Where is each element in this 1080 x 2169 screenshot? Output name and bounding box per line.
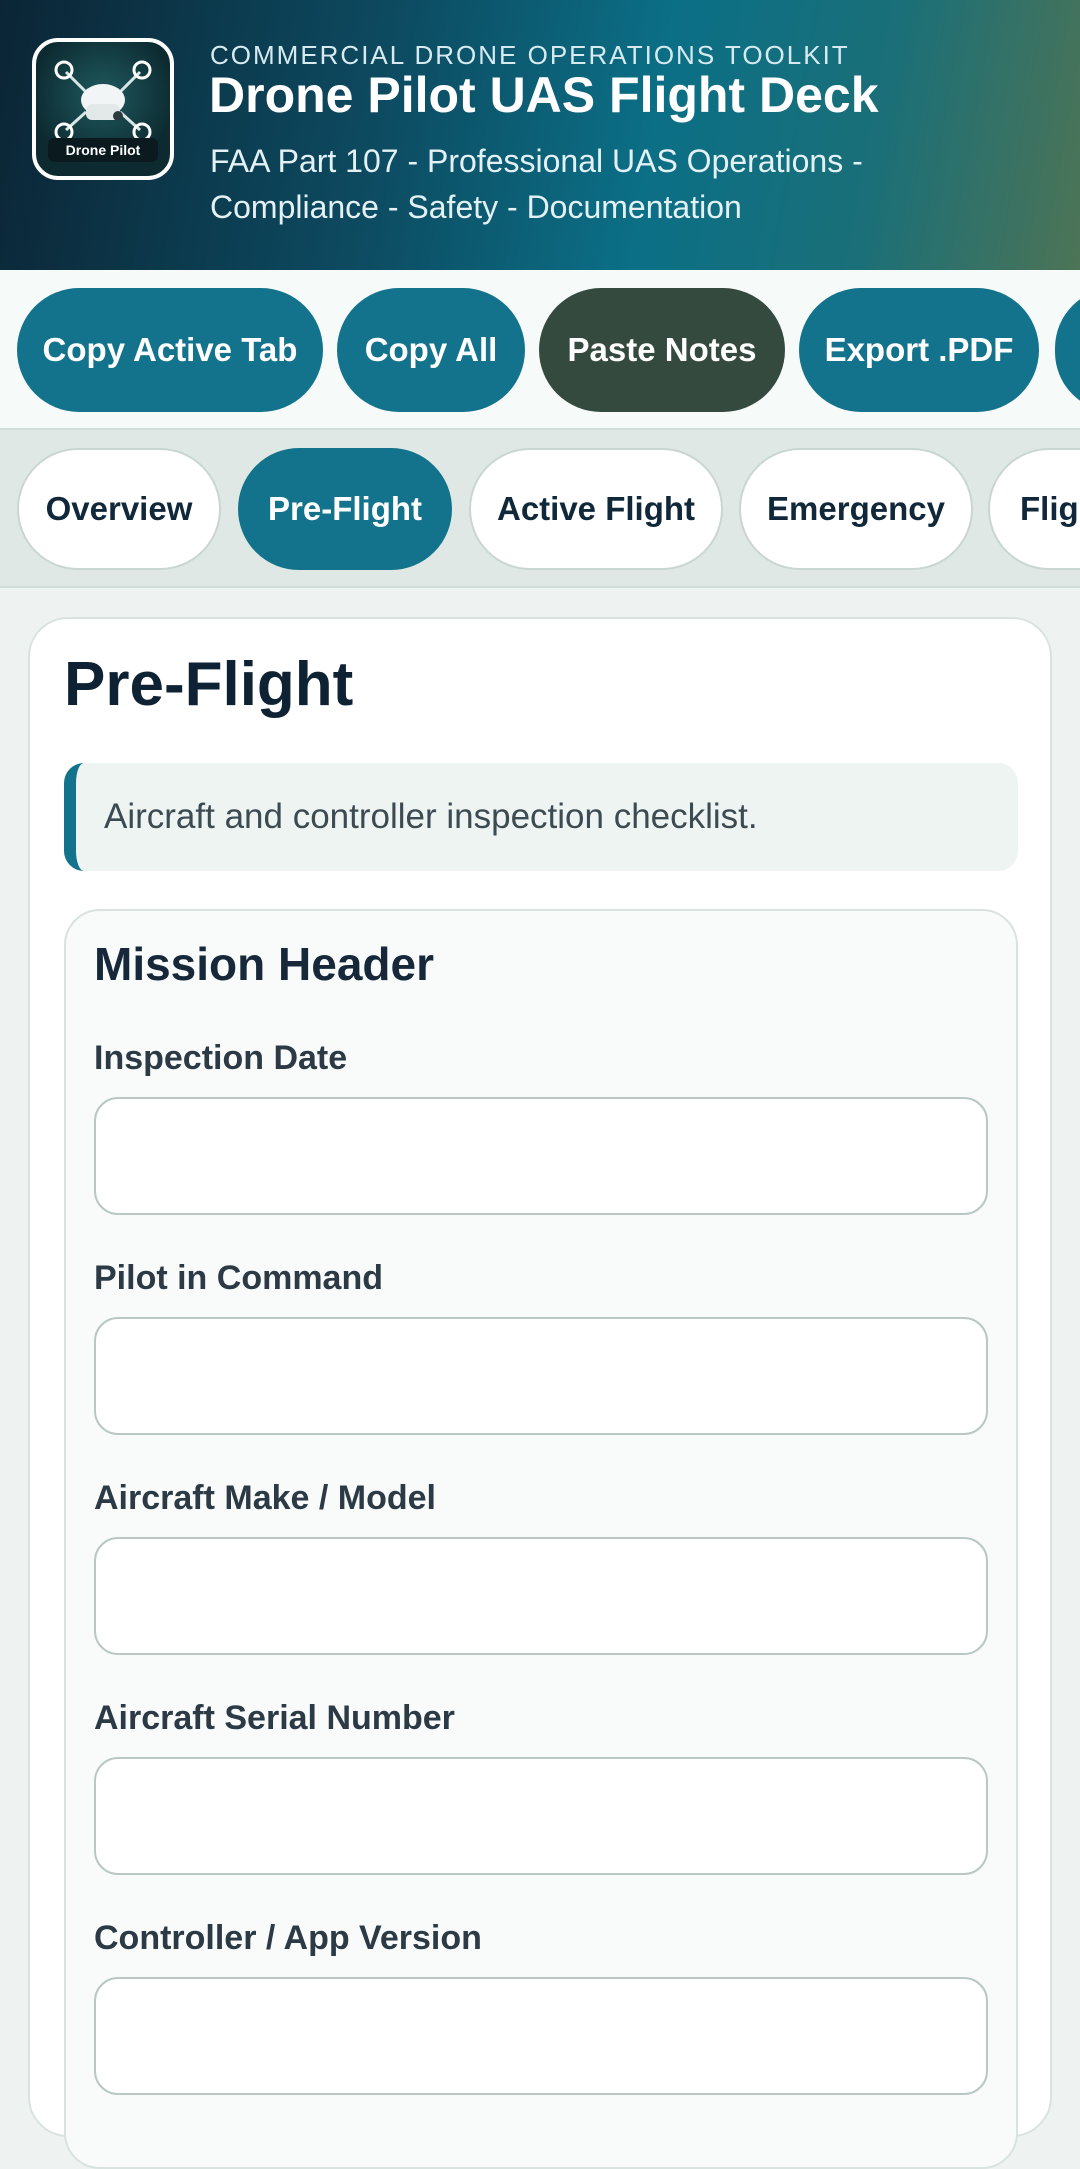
page-title: Pre-Flight	[64, 650, 354, 719]
inspection-date-label: Inspection Date	[94, 1039, 348, 1077]
paste-notes-button[interactable]: Paste Notes	[539, 288, 785, 412]
app-title: Drone Pilot UAS Flight Deck	[209, 67, 879, 123]
mission-header-section: Mission Header Inspection Date Pilot in …	[64, 909, 1018, 2169]
aircraft-make-model-label: Aircraft Make / Model	[94, 1479, 436, 1517]
app-subtitle: FAA Part 107 - Professional UAS Operatio…	[210, 143, 863, 225]
export-pdf-button[interactable]: Export .PDF	[799, 288, 1039, 412]
page-description: Aircraft and controller inspection check…	[64, 763, 1018, 871]
tab-active-flight[interactable]: Active Flight	[469, 448, 723, 570]
controller-app-version-input[interactable]	[94, 1977, 988, 2095]
aircraft-serial-number-input[interactable]	[94, 1757, 988, 1875]
aircraft-make-model-input[interactable]	[94, 1537, 988, 1655]
pilot-in-command-label: Pilot in Command	[94, 1259, 383, 1297]
action-bar: Copy Active Tab Copy All Paste Notes Exp…	[0, 270, 1080, 430]
tab-flight[interactable]: Fligh	[988, 448, 1080, 570]
content-card: Pre-Flight Aircraft and controller inspe…	[28, 617, 1052, 2169]
section-title: Mission Header	[94, 938, 434, 990]
tab-bar: Overview Pre-Flight Active Flight Emerge…	[0, 430, 1080, 588]
logo-text: Drone Pilot	[48, 138, 158, 162]
more-action-button[interactable]	[1055, 288, 1080, 412]
app-logo: Drone Pilot	[32, 38, 174, 180]
copy-all-button[interactable]: Copy All	[337, 288, 525, 412]
controller-app-version-label: Controller / App Version	[94, 1919, 482, 1957]
inspection-date-input[interactable]	[94, 1097, 988, 1215]
aircraft-serial-number-label: Aircraft Serial Number	[94, 1699, 455, 1737]
pilot-in-command-input[interactable]	[94, 1317, 988, 1435]
tab-overview[interactable]: Overview	[17, 448, 221, 570]
tab-emergency[interactable]: Emergency	[739, 448, 973, 570]
copy-active-tab-button[interactable]: Copy Active Tab	[17, 288, 323, 412]
tab-pre-flight[interactable]: Pre-Flight	[238, 448, 452, 570]
app-header: Drone Pilot COMMERCIAL DRONE OPERATIONS …	[0, 0, 1080, 270]
